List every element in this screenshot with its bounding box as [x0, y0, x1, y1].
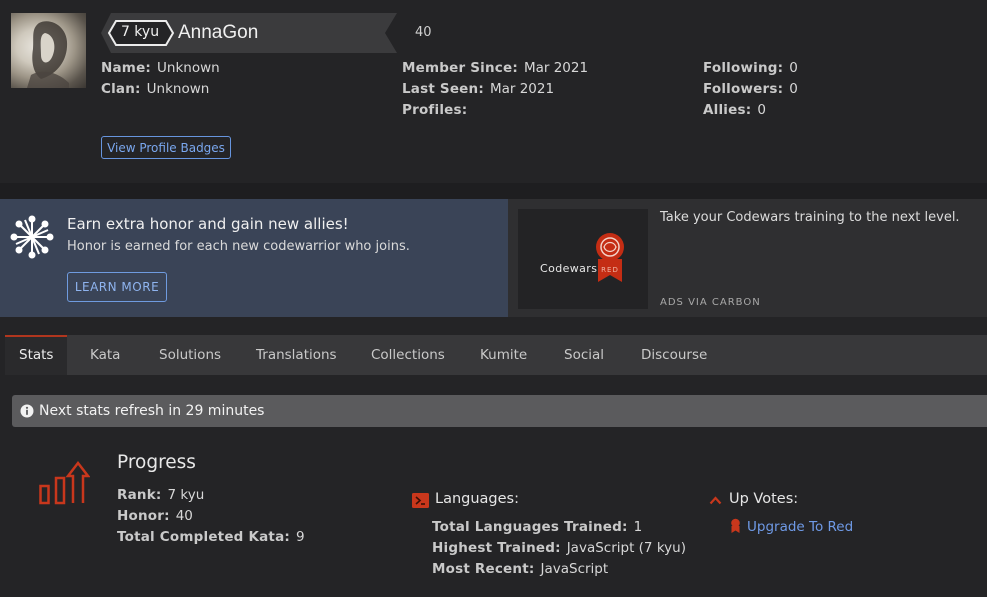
- last-seen-value: Mar 2021: [489, 81, 555, 97]
- profiles-label: Profiles:: [402, 102, 468, 118]
- member-since-row: Member Since: Mar 2021: [402, 59, 588, 77]
- followers-label: Followers:: [703, 81, 784, 97]
- avatar[interactable]: [11, 13, 86, 88]
- section-divider: [0, 183, 987, 199]
- codewars-red-logo: RED: [596, 233, 624, 282]
- terminal-icon: [412, 493, 429, 508]
- tab-stats[interactable]: Stats: [19, 335, 53, 375]
- followers-value[interactable]: 0: [789, 81, 798, 97]
- rank-badge: 7 kyu: [120, 24, 160, 40]
- ads-via-carbon[interactable]: ADS VIA CARBON: [660, 297, 761, 308]
- name-label: Name:: [101, 60, 152, 76]
- profiles-row: Profiles:: [402, 101, 473, 119]
- last-seen-row: Last Seen: Mar 2021: [402, 80, 554, 98]
- languages-highest-value: JavaScript (7 kyu): [566, 540, 686, 556]
- followers-row: Followers: 0: [703, 80, 798, 98]
- progress-honor-label: Honor:: [117, 508, 170, 524]
- ad-badge-text: RED: [601, 266, 619, 274]
- view-profile-badges-button[interactable]: View Profile Badges: [101, 136, 231, 159]
- progress-kata-row: Total Completed Kata: 9: [117, 528, 305, 546]
- following-row: Following: 0: [703, 59, 798, 77]
- progress-honor-row: Honor: 40: [117, 507, 193, 525]
- upgrade-to-red-link[interactable]: Upgrade To Red: [747, 518, 853, 536]
- last-seen-label: Last Seen:: [402, 81, 484, 97]
- languages-highest-row: Highest Trained: JavaScript (7 kyu): [432, 539, 686, 557]
- tab-discourse[interactable]: Discourse: [641, 335, 707, 375]
- progress-honor-value: 40: [175, 508, 193, 524]
- learn-more-button[interactable]: LEARN MORE: [67, 272, 167, 302]
- promo-subtitle: Honor is earned for each new codewarrior…: [67, 239, 410, 254]
- progress-rank-label: Rank:: [117, 487, 162, 503]
- allies-row: Allies: 0: [703, 101, 766, 119]
- tab-collections[interactable]: Collections: [371, 335, 445, 375]
- progress-title: Progress: [117, 452, 196, 473]
- tab-kata[interactable]: Kata: [90, 335, 120, 375]
- progress-kata-value: 9: [295, 529, 305, 545]
- promo-title: Earn extra honor and gain new allies!: [67, 215, 349, 233]
- network-icon: [10, 215, 54, 259]
- member-since-value: Mar 2021: [523, 60, 589, 76]
- progress-chart-icon: [39, 460, 90, 505]
- ad-brand: Codewars: [540, 262, 598, 275]
- languages-recent-label: Most Recent:: [432, 561, 535, 577]
- languages-recent-row: Most Recent: JavaScript: [432, 560, 608, 578]
- languages-total-value: 1: [633, 519, 643, 535]
- tab-solutions[interactable]: Solutions: [159, 335, 221, 375]
- ad-image[interactable]: [518, 209, 648, 309]
- upvotes-title: Up Votes:: [729, 491, 799, 507]
- username: AnnaGon: [178, 22, 259, 43]
- languages-recent-value: JavaScript: [540, 561, 609, 577]
- name-row: Name: Unknown: [101, 59, 220, 77]
- following-value[interactable]: 0: [789, 60, 798, 76]
- notice-text: Next stats refresh in 29 minutes: [39, 403, 265, 419]
- ad-text[interactable]: Take your Codewars training to the next …: [660, 210, 960, 225]
- languages-total-row: Total Languages Trained: 1: [432, 518, 642, 536]
- member-since-label: Member Since:: [402, 60, 518, 76]
- progress-rank-value: 7 kyu: [167, 487, 205, 503]
- avatar-photo: [27, 21, 69, 88]
- languages-total-label: Total Languages Trained:: [432, 519, 628, 535]
- info-icon: [20, 404, 34, 418]
- languages-title: Languages:: [435, 491, 519, 507]
- allies-label: Allies:: [703, 102, 752, 118]
- ribbon-icon: [731, 518, 740, 533]
- tab-kumite[interactable]: Kumite: [480, 335, 527, 375]
- progress-kata-label: Total Completed Kata:: [117, 529, 290, 545]
- allies-value[interactable]: 0: [757, 102, 766, 118]
- tab-social[interactable]: Social: [564, 335, 604, 375]
- clan-label: Clan:: [101, 81, 141, 97]
- languages-highest-label: Highest Trained:: [432, 540, 561, 556]
- progress-rank-row: Rank: 7 kyu: [117, 486, 204, 504]
- clan-value: Unknown: [146, 81, 210, 97]
- name-value: Unknown: [157, 60, 220, 76]
- tab-translations[interactable]: Translations: [256, 335, 337, 375]
- following-label: Following:: [703, 60, 784, 76]
- chevron-up-icon: [709, 496, 722, 505]
- clan-row: Clan: Unknown: [101, 80, 209, 98]
- honor-count: 40: [415, 25, 432, 40]
